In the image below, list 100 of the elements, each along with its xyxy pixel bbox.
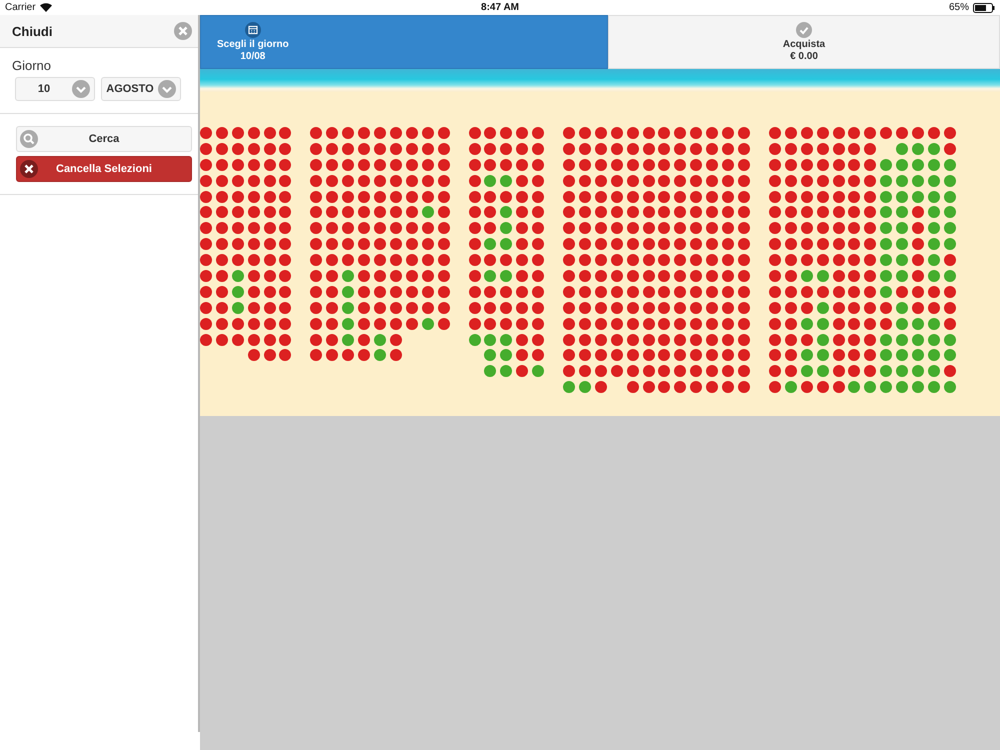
free-umbrella-dot[interactable] (928, 142, 940, 155)
free-umbrella-dot[interactable] (816, 365, 829, 378)
free-umbrella-dot[interactable] (912, 381, 924, 394)
free-umbrella-dot[interactable] (422, 318, 434, 330)
free-umbrella-dot[interactable] (944, 349, 956, 362)
free-umbrella-dot[interactable] (880, 238, 892, 250)
free-umbrella-dot[interactable] (880, 158, 892, 171)
free-umbrella-dot[interactable] (912, 318, 924, 330)
free-umbrella-dot[interactable] (944, 334, 956, 346)
free-umbrella-dot[interactable] (422, 206, 434, 218)
month-select[interactable]: AGOSTO (101, 77, 181, 101)
free-umbrella-dot[interactable] (374, 334, 386, 346)
free-umbrella-dot[interactable] (232, 286, 244, 298)
free-umbrella-dot[interactable] (342, 286, 354, 298)
free-umbrella-dot[interactable] (484, 334, 496, 346)
free-umbrella-dot[interactable] (342, 334, 354, 346)
free-umbrella-dot[interactable] (928, 206, 940, 218)
free-umbrella-dot[interactable] (896, 302, 908, 314)
free-umbrella-dot[interactable] (912, 349, 924, 362)
free-umbrella-dot[interactable] (342, 302, 354, 314)
free-umbrella-dot[interactable] (896, 142, 908, 155)
free-umbrella-dot[interactable] (484, 174, 496, 187)
free-umbrella-dot[interactable] (880, 206, 892, 218)
free-umbrella-dot[interactable] (342, 318, 354, 330)
free-umbrella-dot[interactable] (563, 381, 576, 394)
free-umbrella-dot[interactable] (500, 365, 512, 378)
free-umbrella-dot[interactable] (928, 270, 940, 282)
free-umbrella-dot[interactable] (500, 206, 512, 218)
free-umbrella-dot[interactable] (374, 349, 386, 362)
free-umbrella-dot[interactable] (928, 158, 940, 171)
free-umbrella-dot[interactable] (880, 270, 892, 282)
free-umbrella-dot[interactable] (896, 334, 908, 346)
free-umbrella-dot[interactable] (896, 174, 908, 187)
free-umbrella-dot[interactable] (928, 334, 940, 346)
free-umbrella-dot[interactable] (944, 190, 956, 203)
free-umbrella-dot[interactable] (896, 206, 908, 218)
free-umbrella-dot[interactable] (896, 318, 908, 330)
free-umbrella-dot[interactable] (816, 302, 829, 314)
free-umbrella-dot[interactable] (816, 349, 829, 362)
free-umbrella-dot[interactable] (880, 349, 892, 362)
free-umbrella-dot[interactable] (500, 349, 512, 362)
free-umbrella-dot[interactable] (912, 174, 924, 187)
free-umbrella-dot[interactable] (784, 381, 797, 394)
free-umbrella-dot[interactable] (928, 238, 940, 250)
free-umbrella-dot[interactable] (500, 238, 512, 250)
free-umbrella-dot[interactable] (912, 158, 924, 171)
free-umbrella-dot[interactable] (500, 174, 512, 187)
free-umbrella-dot[interactable] (928, 174, 940, 187)
free-umbrella-dot[interactable] (848, 381, 860, 394)
free-umbrella-dot[interactable] (896, 190, 908, 203)
free-umbrella-dot[interactable] (896, 158, 908, 171)
free-umbrella-dot[interactable] (484, 270, 496, 282)
free-umbrella-dot[interactable] (896, 381, 908, 394)
tab[interactable]: Acquista € 0.00 (608, 15, 1000, 69)
free-umbrella-dot[interactable] (800, 318, 813, 330)
free-umbrella-dot[interactable] (880, 190, 892, 203)
free-umbrella-dot[interactable] (944, 206, 956, 218)
free-umbrella-dot[interactable] (944, 238, 956, 250)
free-umbrella-dot[interactable] (944, 174, 956, 187)
free-umbrella-dot[interactable] (342, 270, 354, 282)
free-umbrella-dot[interactable] (928, 318, 940, 330)
free-umbrella-dot[interactable] (484, 238, 496, 250)
day-select[interactable]: 10 (15, 77, 95, 101)
free-umbrella-dot[interactable] (944, 158, 956, 171)
free-umbrella-dot[interactable] (912, 142, 924, 155)
free-umbrella-dot[interactable] (896, 365, 908, 378)
free-umbrella-dot[interactable] (880, 381, 892, 394)
free-umbrella-dot[interactable] (864, 381, 876, 394)
free-umbrella-dot[interactable] (912, 334, 924, 346)
free-umbrella-dot[interactable] (928, 254, 940, 266)
free-umbrella-dot[interactable] (800, 365, 813, 378)
free-umbrella-dot[interactable] (500, 334, 512, 346)
free-umbrella-dot[interactable] (500, 222, 512, 234)
free-umbrella-dot[interactable] (928, 190, 940, 203)
free-umbrella-dot[interactable] (532, 365, 544, 378)
free-umbrella-dot[interactable] (880, 365, 892, 378)
free-umbrella-dot[interactable] (944, 381, 956, 394)
free-umbrella-dot[interactable] (896, 222, 908, 234)
free-umbrella-dot[interactable] (232, 270, 244, 282)
free-umbrella-dot[interactable] (944, 222, 956, 234)
free-umbrella-dot[interactable] (484, 365, 496, 378)
free-umbrella-dot[interactable] (880, 222, 892, 234)
free-umbrella-dot[interactable] (232, 302, 244, 314)
free-umbrella-dot[interactable] (800, 349, 813, 362)
free-umbrella-dot[interactable] (896, 349, 908, 362)
tab[interactable]: Scegli il giorno 10/08 (200, 15, 608, 69)
free-umbrella-dot[interactable] (880, 334, 892, 346)
clear-selections-button[interactable]: Cancella Selezioni (16, 156, 192, 182)
free-umbrella-dot[interactable] (896, 238, 908, 250)
free-umbrella-dot[interactable] (816, 318, 829, 330)
free-umbrella-dot[interactable] (484, 349, 496, 362)
free-umbrella-dot[interactable] (928, 365, 940, 378)
free-umbrella-dot[interactable] (928, 381, 940, 394)
free-umbrella-dot[interactable] (500, 270, 512, 282)
free-umbrella-dot[interactable] (912, 190, 924, 203)
free-umbrella-dot[interactable] (928, 222, 940, 234)
free-umbrella-dot[interactable] (579, 381, 592, 394)
free-umbrella-dot[interactable] (468, 334, 481, 346)
search-button[interactable]: Cerca (16, 126, 192, 152)
free-umbrella-dot[interactable] (944, 270, 956, 282)
